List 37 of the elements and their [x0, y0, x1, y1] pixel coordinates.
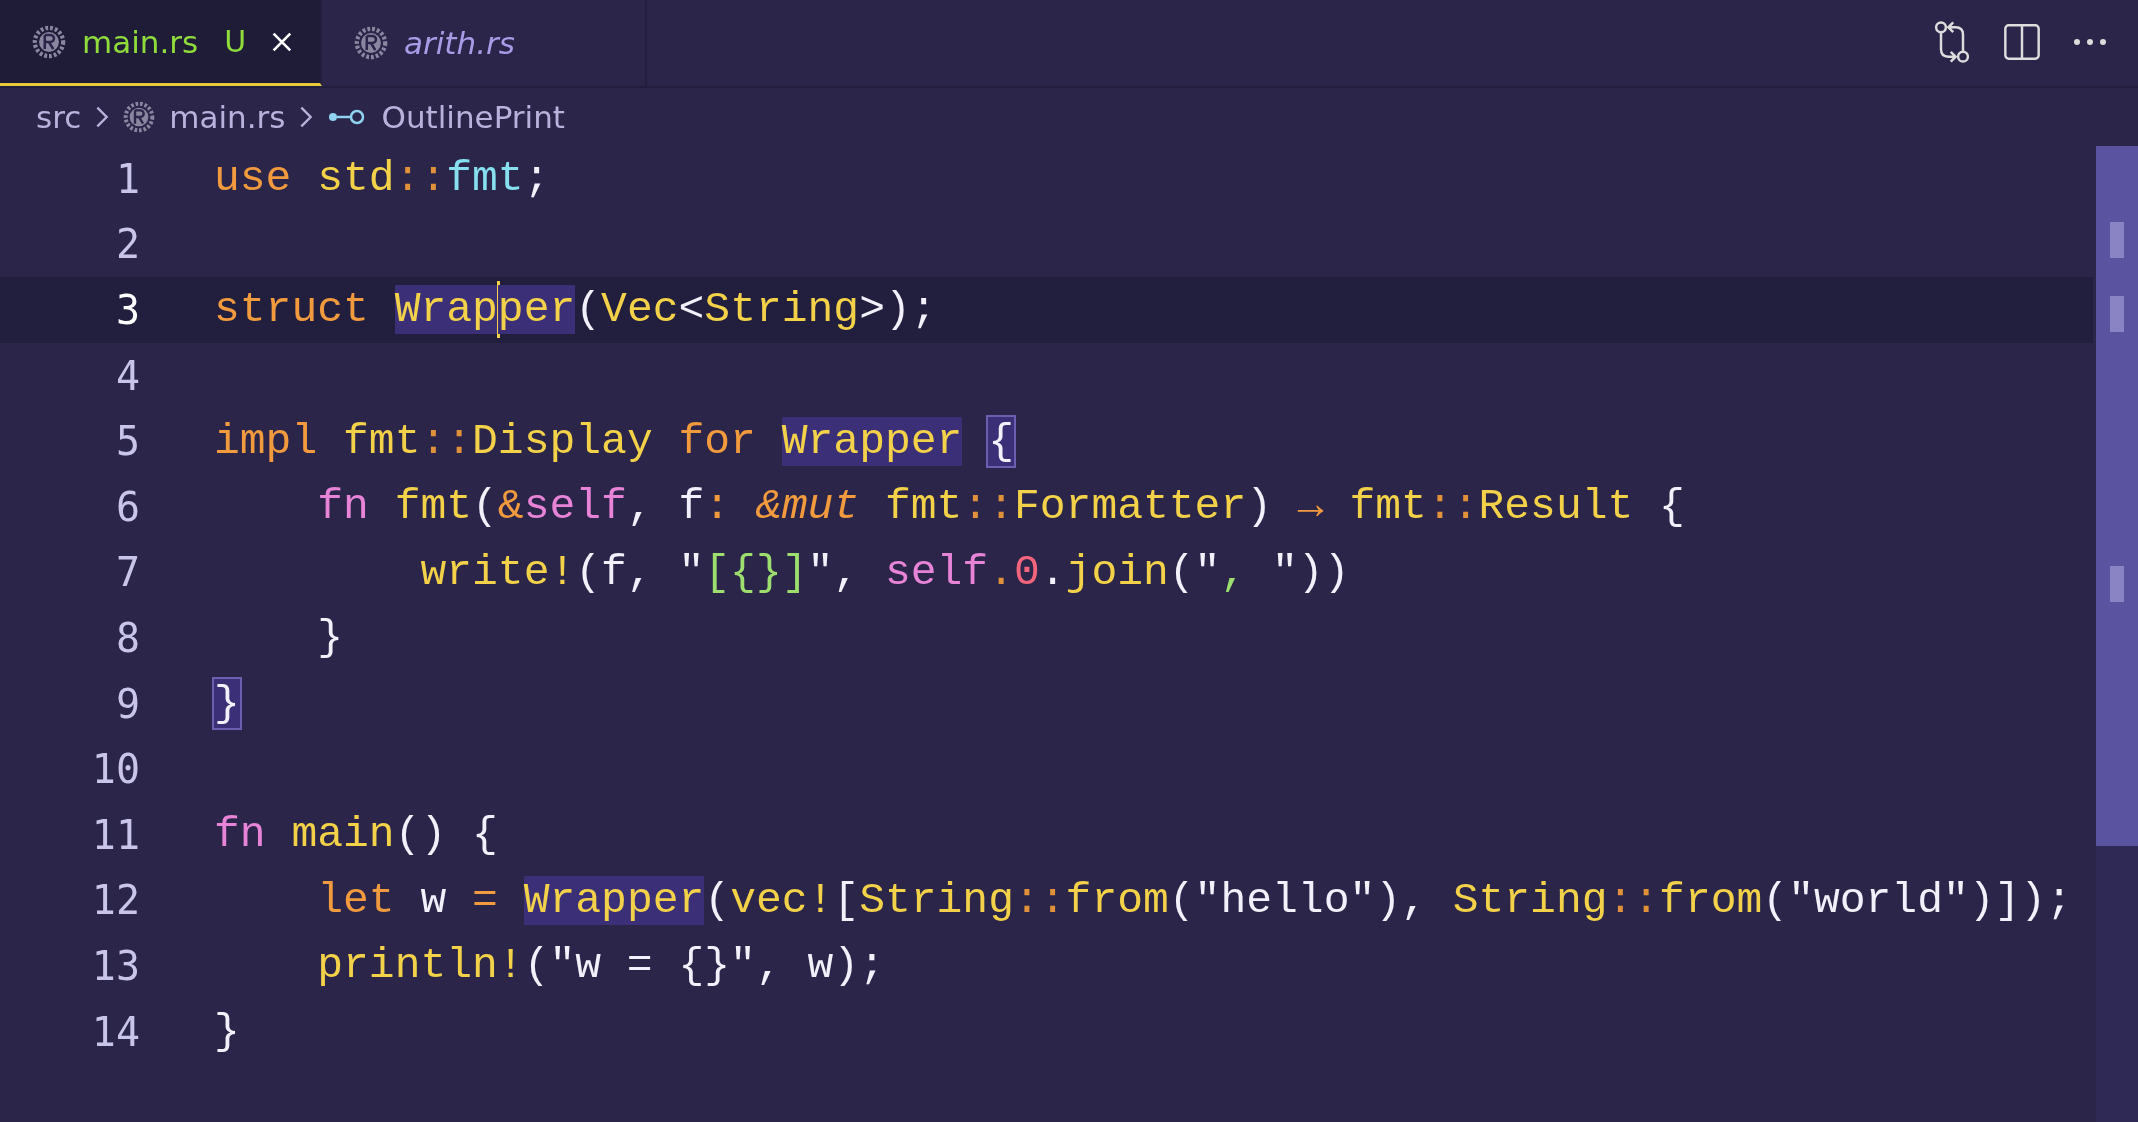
editor-tab[interactable]: arith.rs: [322, 0, 647, 86]
breadcrumb-label: src: [36, 99, 82, 135]
gear-icon: [123, 101, 156, 133]
line-number: 14: [90, 1008, 140, 1055]
scrollbar[interactable]: [2096, 146, 2138, 1122]
line-number: 7: [114, 549, 140, 596]
code-line: write!(f, "[{}]", self.0.join(", ")): [419, 547, 1350, 597]
code-line: fn fmt(&self, f: &mut fmt::Formatter) → fmt::Result {: [316, 482, 1685, 532]
line-number: 12: [90, 877, 140, 924]
compare-changes-icon[interactable]: [1932, 20, 1972, 64]
code-line: }: [316, 613, 344, 663]
code-line: use std::fmt;: [214, 154, 550, 204]
line-number: 4: [114, 352, 140, 399]
gear-icon: [354, 26, 388, 60]
line-number: 8: [114, 614, 140, 661]
line-number: 9: [114, 680, 140, 727]
line-number: 2: [114, 221, 140, 268]
code-line: println!("w = {}", w);: [316, 941, 885, 991]
line-number: 13: [90, 942, 140, 989]
line-number: 10: [90, 746, 140, 793]
breadcrumb-label: OutlinePrint: [381, 99, 565, 135]
code-line: let w = Wrapper(vec![String::from("hello"), String::from("world")]);: [316, 875, 2072, 925]
editor-tab[interactable]: main.rs U: [0, 0, 322, 86]
line-number: 1: [114, 155, 140, 202]
breadcrumb-label: main.rs: [169, 99, 286, 135]
code-line: fn main() {: [214, 810, 498, 860]
chevron-icon: [299, 105, 314, 129]
gear-icon: [32, 24, 66, 59]
line-number: 3: [114, 287, 140, 333]
code-line: }: [214, 1007, 240, 1056]
line-number: 11: [90, 811, 140, 858]
line-number: 5: [114, 418, 140, 465]
chevron-icon: [95, 105, 110, 129]
line-number: 6: [114, 483, 140, 530]
modified-label: U: [224, 24, 247, 59]
more-icon[interactable]: [2072, 36, 2108, 48]
code-line: impl fmt::Display for Wrapper {: [214, 416, 1014, 466]
